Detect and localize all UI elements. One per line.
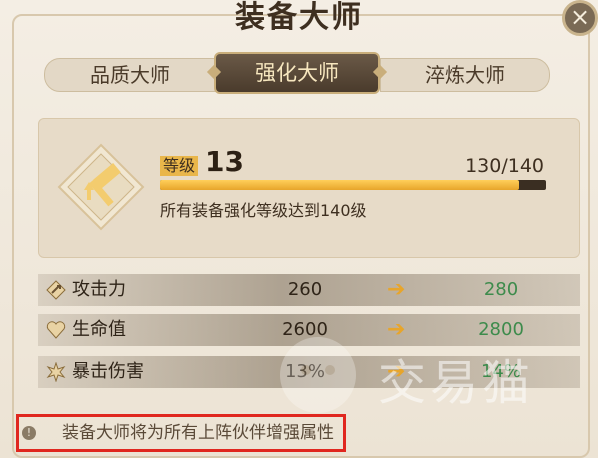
stat-next-value: 280	[483, 279, 519, 300]
dialog-title: 装备大师	[235, 0, 363, 35]
info-icon: !	[22, 426, 36, 440]
watermark-text: 交易猫	[378, 355, 535, 411]
heart-icon	[46, 321, 66, 339]
stat-current-value: 260	[287, 279, 323, 300]
level-progress-fill	[160, 180, 519, 190]
tab-quality-master[interactable]: 品质大师	[44, 58, 216, 92]
tab-enhance-master[interactable]: 强化大师	[214, 52, 380, 94]
attack-icon	[46, 280, 66, 300]
tip-text: 装备大师将为所有上阵伙伴增强属性	[62, 423, 334, 443]
level-progress-text: 130/140	[465, 155, 544, 177]
crit-star-icon	[46, 362, 66, 382]
close-icon: ×	[569, 3, 591, 31]
close-button[interactable]: ×	[562, 0, 598, 36]
level-description: 所有装备强化等级达到140级	[160, 201, 367, 220]
hammer-emblem-icon	[57, 143, 145, 231]
level-progress-bar	[160, 180, 546, 190]
arrow-right-icon: ➔	[387, 277, 406, 302]
stat-name: 暴击伤害	[72, 361, 144, 382]
tab-bar: 品质大师 淬炼大师 强化大师	[44, 52, 550, 94]
level-label: 等级	[160, 156, 199, 176]
stat-name: 攻击力	[72, 279, 126, 300]
tab-refine-master[interactable]: 淬炼大师	[380, 58, 550, 92]
level-value: 13	[205, 145, 244, 178]
stat-name: 生命值	[72, 319, 126, 340]
